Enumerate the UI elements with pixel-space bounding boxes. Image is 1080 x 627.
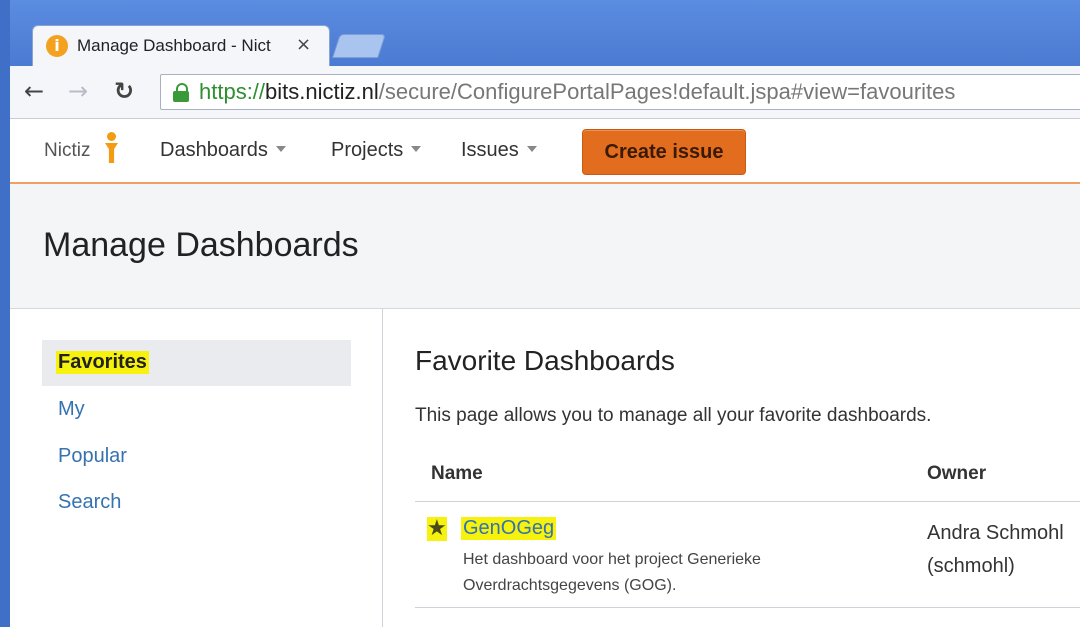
row-divider — [415, 607, 1080, 608]
forward-arrow-icon[interactable]: → — [68, 78, 88, 104]
section-description: This page allows you to manage all your … — [415, 405, 932, 426]
dashboard-owner: Andra Schmohl (schmohl) — [927, 522, 1064, 577]
sidebar-item-popular[interactable]: Popular — [42, 434, 351, 480]
column-header-name[interactable]: Name — [431, 463, 483, 485]
nav-dashboards[interactable]: Dashboards — [160, 139, 286, 162]
nav-projects[interactable]: Projects — [331, 139, 422, 162]
sidebar-item-label: Popular — [58, 445, 127, 467]
back-arrow-icon[interactable]: ← — [24, 78, 44, 104]
main-content: Favorite Dashboards This page allows you… — [383, 309, 1080, 627]
page-header: Manage Dashboards — [10, 184, 1080, 309]
create-issue-label: Create issue — [604, 141, 724, 163]
dashboard-link[interactable]: GenOGeg — [461, 517, 557, 540]
nav-projects-label: Projects — [331, 139, 404, 161]
nav-issues[interactable]: Issues — [461, 139, 537, 162]
sidebar-item-favorites[interactable]: Favorites — [42, 340, 351, 386]
sidebar-item-label: My — [58, 398, 85, 420]
address-bar[interactable]: https://bits.nictiz.nl/secure/ConfigureP… — [160, 74, 1080, 110]
url-host: bits.nictiz.nl — [265, 79, 379, 104]
page-title: Manage Dashboards — [43, 226, 359, 264]
nictiz-logo-icon[interactable] — [101, 132, 123, 166]
chevron-down-icon — [411, 145, 422, 152]
dashboard-description: Het dashboard voor het project Generieke… — [463, 551, 761, 594]
column-header-owner[interactable]: Owner — [927, 463, 986, 485]
new-tab-button[interactable] — [332, 34, 386, 58]
sidebar: Favorites My Popular Search — [10, 309, 383, 627]
tab-title: Manage Dashboard - Nict — [77, 36, 271, 55]
header-divider — [415, 501, 1080, 502]
section-title: Favorite Dashboards — [415, 345, 675, 376]
nav-dashboards-label: Dashboards — [160, 139, 268, 161]
sidebar-item-label: Favorites — [56, 351, 149, 374]
sidebar-item-label: Search — [58, 491, 122, 513]
reload-icon[interactable]: ↻ — [114, 78, 134, 104]
close-tab-icon[interactable]: × — [296, 34, 311, 55]
chevron-down-icon — [526, 145, 537, 152]
url-path: /secure/ConfigurePortalPages!default.jsp… — [378, 79, 956, 104]
url-scheme: https:// — [199, 79, 266, 104]
star-icon[interactable]: ★ — [427, 517, 447, 541]
create-issue-button[interactable]: Create issue — [582, 129, 746, 175]
nav-issues-label: Issues — [461, 139, 519, 161]
chevron-down-icon — [275, 145, 286, 152]
nictiz-favicon-icon: i — [46, 35, 68, 57]
browser-tab[interactable]: i Manage Dashboard - Nict × — [32, 25, 330, 67]
lock-icon — [173, 83, 189, 102]
logo-text[interactable]: Nictiz — [44, 140, 90, 162]
browser-toolbar: ← → ↻ https://bits.nictiz.nl/secure/Conf… — [10, 66, 1080, 119]
url-text[interactable]: https://bits.nictiz.nl/secure/ConfigureP… — [199, 79, 955, 105]
tab-strip: i Manage Dashboard - Nict × — [10, 0, 1080, 67]
sidebar-item-my[interactable]: My — [42, 387, 351, 433]
app-header: Nictiz Dashboards Projects Issues Create… — [10, 120, 1080, 184]
browser-window: i Manage Dashboard - Nict × ← → ↻ https:… — [0, 0, 1080, 627]
window-frame — [0, 0, 10, 627]
sidebar-item-search[interactable]: Search — [42, 480, 351, 526]
